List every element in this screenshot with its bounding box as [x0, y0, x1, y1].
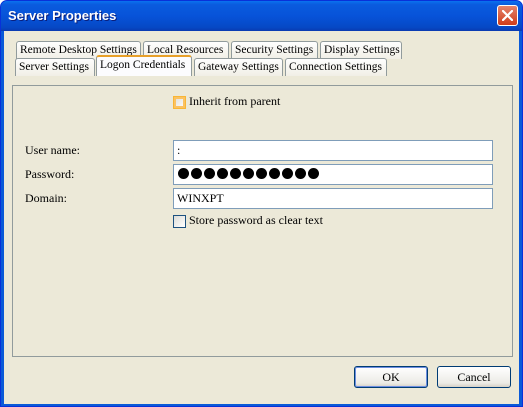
tab-label: Connection Settings — [289, 61, 382, 73]
password-mask — [178, 168, 319, 179]
password-mask-dot — [230, 168, 241, 179]
tab-connection-settings[interactable]: Connection Settings — [285, 58, 387, 76]
tab-label: Server Settings — [19, 61, 89, 73]
tab-server-settings[interactable]: Server Settings — [15, 58, 95, 76]
ok-button-label: OK — [382, 370, 400, 384]
password-mask-dot — [178, 168, 189, 179]
tab-label: Display Settings — [324, 44, 400, 56]
password-mask-dot — [256, 168, 267, 179]
window-title: Server Properties — [8, 8, 117, 23]
password-mask-dot — [191, 168, 202, 179]
password-mask-dot — [269, 168, 280, 179]
tab-label: Gateway Settings — [198, 61, 279, 73]
store-password-clear-checkbox[interactable] — [173, 215, 186, 228]
domain-input[interactable]: WINXPT — [173, 188, 493, 209]
username-value: : — [177, 143, 181, 157]
password-input[interactable] — [173, 164, 493, 185]
inherit-from-parent-checkbox[interactable] — [173, 96, 186, 109]
close-button[interactable] — [497, 5, 518, 26]
tab-display-settings[interactable]: Display Settings — [320, 41, 402, 59]
cancel-button-label: Cancel — [457, 370, 491, 384]
password-label: Password: — [25, 167, 75, 181]
tab-label: Security Settings — [235, 44, 314, 56]
tab-panel-logon-credentials: Inherit from parent User name: : Passwor… — [12, 85, 513, 357]
store-password-clear-label: Store password as clear text — [189, 213, 323, 227]
username-label: User name: — [25, 143, 80, 157]
password-mask-dot — [295, 168, 306, 179]
tab-security-settings[interactable]: Security Settings — [231, 41, 318, 59]
inherit-from-parent-label: Inherit from parent — [189, 94, 281, 108]
dialog-window: Server Properties Remote Desktop Setting… — [0, 0, 523, 407]
dialog-client-area: Remote Desktop Settings Local Resources … — [4, 31, 519, 404]
password-mask-dot — [204, 168, 215, 179]
domain-value: WINXPT — [177, 191, 224, 205]
tab-logon-credentials[interactable]: Logon Credentials — [96, 55, 192, 76]
password-mask-dot — [282, 168, 293, 179]
close-icon — [502, 10, 513, 21]
password-mask-dot — [217, 168, 228, 179]
title-bar[interactable]: Server Properties — [1, 1, 522, 31]
username-input[interactable]: : — [173, 140, 493, 161]
domain-label: Domain: — [25, 191, 67, 205]
cancel-button[interactable]: Cancel — [437, 366, 511, 388]
password-mask-dot — [308, 168, 319, 179]
password-mask-dot — [243, 168, 254, 179]
ok-button[interactable]: OK — [354, 366, 428, 388]
tab-gateway-settings[interactable]: Gateway Settings — [194, 58, 283, 76]
tab-label: Logon Credentials — [100, 59, 186, 71]
